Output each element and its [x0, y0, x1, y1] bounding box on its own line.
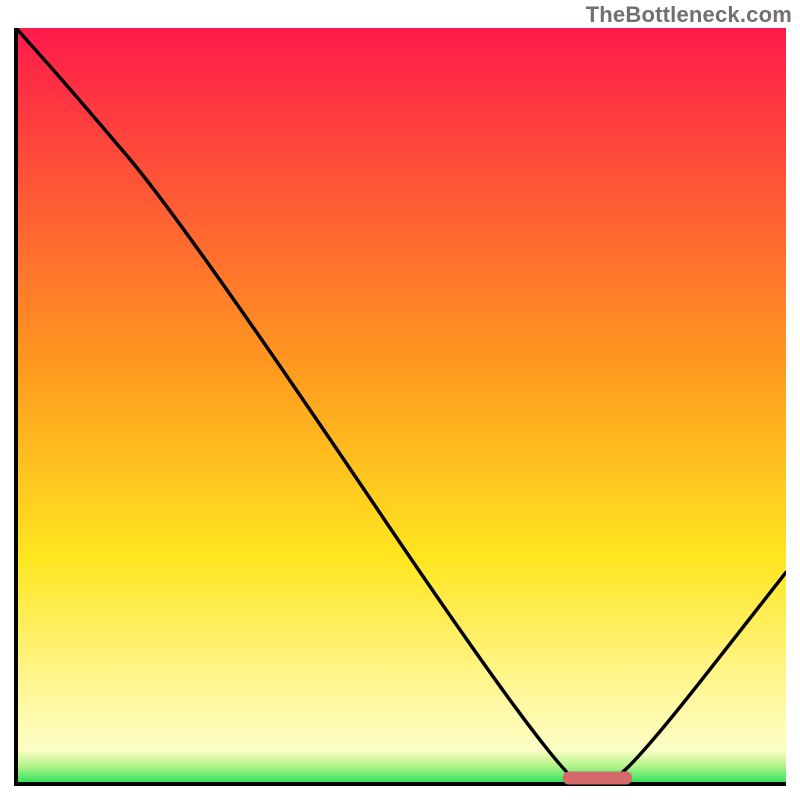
chart-plot — [14, 28, 786, 788]
optimal-marker — [563, 771, 632, 784]
heat-background — [16, 28, 786, 784]
watermark-text: TheBottleneck.com — [586, 2, 792, 28]
chart-svg — [14, 28, 786, 788]
chart-container: TheBottleneck.com — [0, 0, 800, 800]
